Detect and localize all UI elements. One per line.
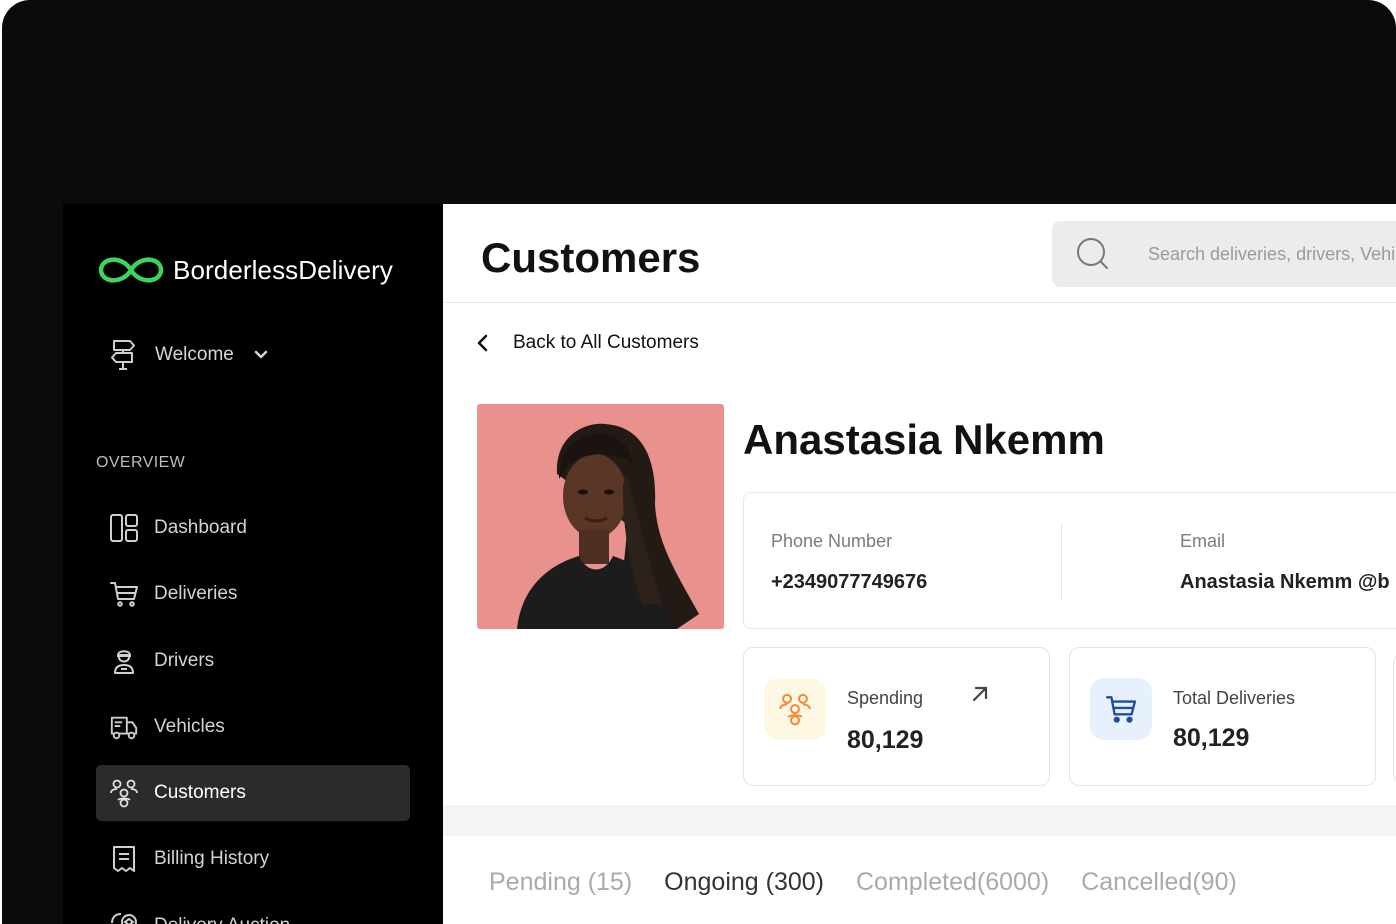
customer-photo [477,404,724,629]
brand-name: BorderlessDelivery [173,254,393,285]
sidebar: BorderlessDelivery Welcome OVERVIEW Dash… [63,204,443,924]
auction-icon [109,910,139,924]
delivery-status-tabs: Pending (15) Ongoing (300) Completed(600… [489,868,1269,897]
sidebar-nav: Dashboard Deliveries Drivers Vehicles Cu… [96,500,410,924]
chevron-left-icon [477,334,488,352]
stat-label: Total Deliveries [1173,688,1296,708]
stat-label: Spending [847,688,924,708]
tab-pending[interactable]: Pending (15) [489,868,632,897]
sidebar-item-customers[interactable]: Customers [96,765,410,822]
sidebar-item-dashboard[interactable]: Dashboard [96,500,410,556]
main-content: Customers Back to All Customers [443,204,1396,924]
driver-icon [109,645,139,677]
infinity-logo-icon [98,257,164,283]
sidebar-item-label: Customers [154,782,246,804]
stat-value: 80,129 [1173,724,1250,752]
back-to-customers-link[interactable]: Back to All Customers [475,332,699,354]
phone-label: Phone Number [771,531,893,551]
search-icon [1077,238,1108,269]
info-divider [1061,523,1062,599]
tab-ongoing[interactable]: Ongoing (300) [664,868,824,897]
sidebar-item-vehicles[interactable]: Vehicles [96,699,410,755]
cart-icon [1090,678,1152,740]
sidebar-item-label: Deliveries [154,583,238,605]
phone-value: +2349077749676 [771,571,928,593]
stat-card-total-deliveries[interactable]: Total Deliveries 80,129 [1069,647,1376,786]
sidebar-item-deliveries[interactable]: Deliveries [96,566,410,622]
sidebar-item-billing-history[interactable]: Billing History [96,831,410,887]
section-label-overview: OVERVIEW [96,454,186,471]
search-bar[interactable] [1052,221,1396,287]
device-frame: BorderlessDelivery Welcome OVERVIEW Dash… [2,0,1396,924]
back-link-label: Back to All Customers [513,332,699,353]
page-title: Customers [481,234,701,281]
sidebar-item-drivers[interactable]: Drivers [96,633,410,689]
signpost-icon [111,340,135,370]
cart-icon [109,578,139,610]
sidebar-item-label: Dashboard [154,517,247,538]
sidebar-item-delivery-auction[interactable]: Delivery Auction [96,898,410,924]
tab-completed[interactable]: Completed(6000) [856,868,1049,897]
welcome-label: Welcome [155,344,234,365]
customers-icon [764,678,826,740]
email-value: Anastasia Nkemm @b [1180,571,1390,593]
search-input[interactable] [1148,243,1396,265]
email-label: Email [1180,531,1226,551]
stat-card-spending[interactable]: Spending 80,129 [743,647,1050,786]
contact-info-card: Phone Number +2349077749676 Email Anasta… [743,492,1396,629]
welcome-dropdown[interactable]: Welcome [109,338,268,372]
sidebar-item-label: Drivers [154,649,215,671]
sidebar-item-label: Vehicles [154,715,225,737]
customer-name: Anastasia Nkemm [743,416,1105,463]
stat-value: 80,129 [847,726,924,754]
section-divider [443,805,1396,836]
chevron-down-icon [254,350,268,359]
brand-logo[interactable]: BorderlessDelivery [96,254,393,286]
dashboard-icon [109,512,139,544]
tab-cancelled[interactable]: Cancelled(90) [1081,868,1237,897]
sidebar-item-label: Billing History [154,848,270,870]
arrow-up-right-icon [972,686,988,702]
sidebar-item-label: Delivery Auction [154,915,290,924]
receipt-icon [109,843,139,875]
top-bar: Customers [443,204,1396,303]
app-window: BorderlessDelivery Welcome OVERVIEW Dash… [63,204,1396,924]
truck-icon [109,711,139,743]
customers-icon [109,777,139,809]
